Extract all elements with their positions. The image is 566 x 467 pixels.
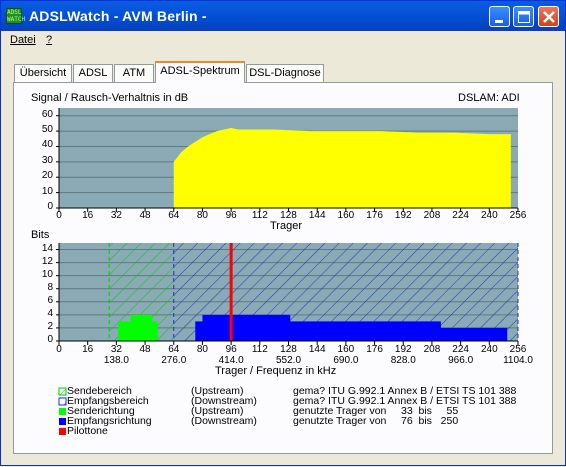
legend-dir: (Downstream) [191,415,257,427]
snr-y-tick-label: 30 [41,154,53,166]
bits-x-tick-label: 64 [168,344,180,355]
bits-x-tick-label: 128 [280,344,297,355]
tab-adsl-spektrum[interactable]: ADSL-Spektrum [155,61,245,83]
bits-y-tick-label: 8 [47,281,53,293]
snr-x-tick-label: 32 [110,210,122,221]
snr-x-tick-label: 0 [56,210,62,221]
bits-x-tick-label: 256 [509,344,527,355]
legend-name: Pilottone [67,425,108,437]
app-icon-text-1: ADSL [7,9,22,16]
app-icon-text-2: WATCH [7,16,26,23]
snr-x-tick-label: 176 [366,210,383,221]
snr-x-tick-label: 160 [337,210,355,221]
legend-desc: genutzte Trager von 76 bis 250 [293,415,459,427]
bits-x-tick-label: 160 [337,344,355,355]
snr-y-tick-label: 50 [41,124,53,136]
dslam-label: DSLAM: ADI [458,92,520,104]
tab-adsl[interactable]: ADSL [73,64,113,82]
bits-x-tick-label: 112 [251,344,268,355]
freq-tick-label: 966.0 [448,355,474,366]
snr-y-tick-label: 10 [41,185,53,197]
bits-y-tick-label: 4 [47,307,53,319]
minimize-button[interactable] [489,6,510,27]
snr-x-tick-label: 64 [168,210,180,221]
menu-datei[interactable]: Datei [10,34,36,46]
bits-x-tick-label: 192 [394,344,412,355]
snr-y-tick-label: 20 [41,170,53,182]
snr-y-tick-label: 0 [47,201,53,212]
snr-x-tick-label: 96 [225,210,237,221]
freq-tick-label: 414.0 [218,355,244,366]
title-bar[interactable]: ADSL WATCH ADSLWatch - AVM Berlin - [1,1,565,31]
bits-y-tick-label: 12 [41,255,53,267]
freq-tick-label: 552.0 [275,355,302,366]
maximize-icon [518,11,530,23]
bits-x-tick-label: 176 [366,344,383,355]
snr-x-tick-label: 80 [196,210,208,221]
bits-y-tick-label: 0 [47,334,53,345]
snr-x-tick-label: 144 [308,210,326,221]
snr-x-tick-label: 240 [480,210,498,221]
close-button[interactable] [538,6,559,27]
tab-atm[interactable]: ATM [114,64,154,82]
bits-y-tick-label: 6 [47,294,53,306]
minimize-icon [495,20,503,23]
maximize-button[interactable] [513,6,534,27]
bits-x-tick-label: 16 [82,344,94,355]
freq-tick-label: 690.0 [333,355,359,366]
adsl-app-icon: ADSL WATCH [6,8,26,24]
snr-x-tick-label: 208 [423,210,441,221]
snr-x-tick-label: 224 [452,210,469,221]
bits-x-tick-label: 224 [452,344,469,355]
snr-x-tick-label: 192 [394,210,412,221]
snr-y-tick-label: 40 [41,139,53,151]
freq-tick-label: 1104.0 [503,355,533,366]
snr-x-tick-label: 48 [139,210,151,221]
snr-x-tick-label: 128 [280,210,297,221]
bits-x-tick-label: 144 [308,344,326,355]
tab-dsl-diagnose[interactable]: DSL-Diagnose [246,64,324,82]
menu-bar: Datei ? [1,31,565,49]
bits-x-tick-label: 48 [139,344,151,355]
app-window: ADSL WATCH ADSLWatch - AVM Berlin - Datei… [0,0,566,466]
snr-y-tick-label: 60 [41,108,53,120]
freq-tick-label: 276.0 [161,355,187,366]
bits-y-tick-label: 2 [47,320,53,332]
bits-y-tick-label: 10 [41,268,53,280]
bits-x-tick-label: 32 [110,344,122,355]
freq-tick-label: 138.0 [103,355,129,366]
snr-x-tick-label: 256 [509,210,527,221]
menu-help[interactable]: ? [46,34,52,46]
bits-chart-title: Bits [31,229,50,241]
freq-tick-label: 828.0 [390,355,416,366]
bits-x-axis-label: Trager / Frequenz in kHz [215,365,337,377]
snr-x-tick-label: 16 [82,210,94,221]
close-icon [543,11,555,23]
bits-x-tick-label: 80 [196,344,208,355]
bits-x-tick-label: 96 [225,344,237,355]
tab-uebersicht[interactable]: Übersicht [14,64,72,82]
snr-chart-title: Signal / Rausch-Verhaltnis in dB [31,92,189,104]
snr-x-tick-label: 112 [251,210,268,221]
bits-x-tick-label: 240 [480,344,498,355]
bits-x-tick-label: 208 [423,344,441,355]
snr-x-axis-label: Trager [270,220,302,232]
bits-x-tick-label: 0 [56,344,62,355]
window-title: ADSLWatch - AVM Berlin - [29,8,207,24]
bits-y-tick-label: 14 [41,242,53,254]
